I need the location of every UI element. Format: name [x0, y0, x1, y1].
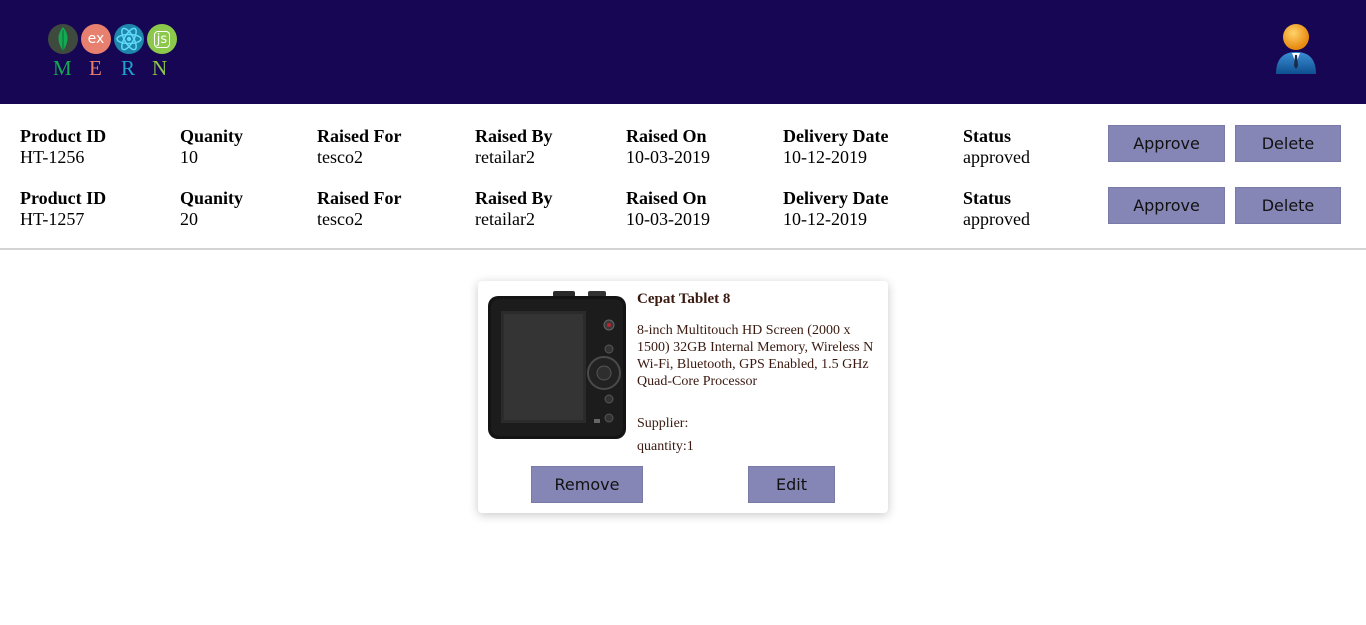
product-quantity: quantity:1 [637, 439, 694, 454]
raised-on-field: Raised On 10-03-2019 [626, 188, 710, 230]
mern-logo[interactable]: ex js M E R N [46, 22, 182, 82]
product-supplier: Supplier: [637, 416, 689, 431]
order-row: Product ID HT-1257 Quanity 20 Raised For… [0, 187, 1366, 234]
raised-on-field: Raised On 10-03-2019 [626, 126, 710, 168]
product-id-label: Product ID [20, 126, 107, 146]
raised-by-value: retailar2 [475, 147, 535, 167]
product-card: Cepat Tablet 8 8-inch Multitouch HD Scre… [478, 281, 888, 513]
status-field: Status approved [963, 126, 1030, 168]
product-id-value: HT-1257 [20, 209, 85, 229]
delivery-date-field: Delivery Date 10-12-2019 [783, 188, 888, 230]
product-id-field: Product ID HT-1256 [20, 126, 106, 168]
status-label: Status [963, 188, 1012, 208]
status-value: approved [963, 147, 1030, 167]
quantity-value: 20 [180, 209, 198, 229]
product-description: 8-inch Multitouch HD Screen (2000 x 1500… [637, 323, 874, 389]
raised-for-value: tesco2 [317, 147, 363, 167]
raised-for-value: tesco2 [317, 209, 363, 229]
delivery-date-label: Delivery Date [783, 188, 889, 208]
delivery-date-field: Delivery Date 10-12-2019 [783, 126, 888, 168]
delivery-date-label: Delivery Date [783, 126, 889, 146]
orders-list: Product ID HT-1256 Quanity 10 Raised For… [0, 104, 1366, 250]
raised-on-label: Raised On [626, 126, 707, 146]
approve-button[interactable]: Approve [1108, 125, 1225, 162]
express-icon: ex [81, 24, 111, 54]
order-row: Product ID HT-1256 Quanity 10 Raised For… [0, 125, 1366, 172]
raised-by-value: retailar2 [475, 209, 535, 229]
react-atom-icon [114, 24, 144, 54]
user-avatar-icon[interactable] [1272, 20, 1320, 76]
raised-for-field: Raised For tesco2 [317, 188, 402, 230]
logo-letter-e: E [89, 56, 102, 80]
delete-button[interactable]: Delete [1235, 125, 1341, 162]
mongodb-leaf-icon [48, 24, 78, 54]
raised-by-label: Raised By [475, 126, 553, 146]
quantity-label: Quanity [180, 188, 244, 208]
raised-for-label: Raised For [317, 126, 402, 146]
top-header: ex js M E R N [0, 0, 1366, 104]
edit-button[interactable]: Edit [748, 466, 835, 503]
delivery-date-value: 10-12-2019 [783, 209, 867, 229]
raised-by-label: Raised By [475, 188, 553, 208]
status-value: approved [963, 209, 1030, 229]
remove-button[interactable]: Remove [531, 466, 643, 503]
raised-on-value: 10-03-2019 [626, 209, 710, 229]
raised-by-field: Raised By retailar2 [475, 188, 553, 230]
nodejs-icon: js [147, 24, 177, 54]
product-id-field: Product ID HT-1257 [20, 188, 106, 230]
quantity-value: 10 [180, 147, 198, 167]
raised-for-label: Raised For [317, 188, 402, 208]
raised-on-value: 10-03-2019 [626, 147, 710, 167]
quantity-field: Quanity 20 [180, 188, 243, 230]
status-field: Status approved [963, 188, 1030, 230]
logo-letter-m: M [53, 56, 72, 80]
logo-letter-r: R [121, 56, 136, 80]
raised-on-label: Raised On [626, 188, 707, 208]
approve-button[interactable]: Approve [1108, 187, 1225, 224]
delete-button[interactable]: Delete [1235, 187, 1341, 224]
logo-letter-n: N [152, 56, 168, 80]
camera-image [488, 291, 628, 441]
quantity-label: Quanity [180, 126, 244, 146]
raised-for-field: Raised For tesco2 [317, 126, 402, 168]
product-id-label: Product ID [20, 188, 107, 208]
delivery-date-value: 10-12-2019 [783, 147, 867, 167]
product-title: Cepat Tablet 8 [637, 291, 731, 307]
raised-by-field: Raised By retailar2 [475, 126, 553, 168]
product-id-value: HT-1256 [20, 147, 85, 167]
quantity-field: Quanity 10 [180, 126, 243, 168]
status-label: Status [963, 126, 1012, 146]
